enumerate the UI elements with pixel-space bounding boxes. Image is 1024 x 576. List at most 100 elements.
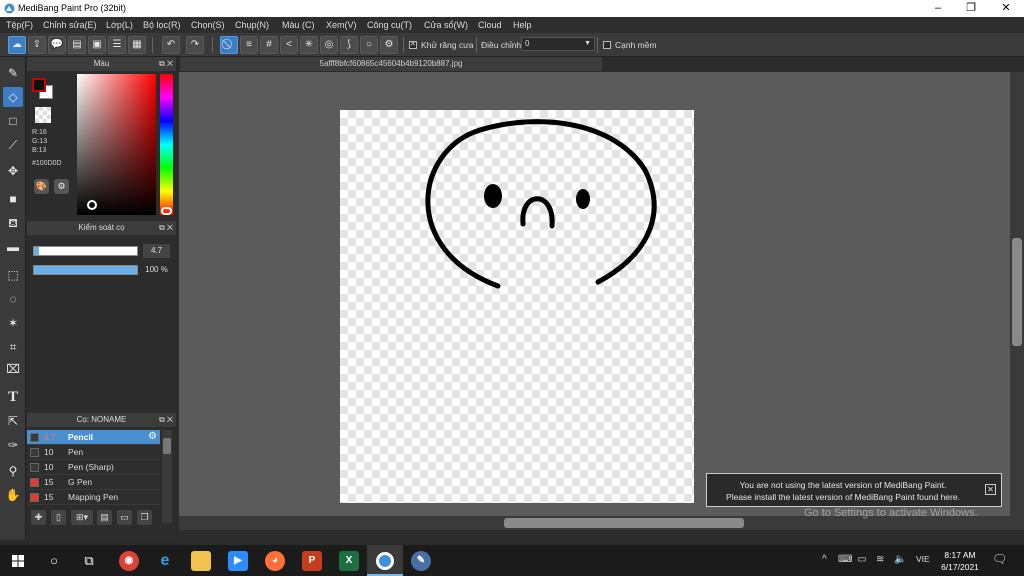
cross-snap-button[interactable]: #: [260, 36, 278, 54]
select-pen-tool[interactable]: ⌗: [3, 337, 23, 357]
list-button[interactable]: ☰: [108, 36, 126, 54]
operation-tool[interactable]: ⇱: [3, 411, 23, 431]
tray-network-icon[interactable]: ⌨: [838, 554, 852, 565]
brush-size-slider[interactable]: [33, 246, 138, 256]
brush-opacity-slider[interactable]: [33, 265, 138, 275]
menu-color[interactable]: Màu (C): [282, 20, 315, 30]
notice-line-2[interactable]: Please install the latest version of Med…: [707, 492, 979, 502]
gradient-tool[interactable]: ▬: [3, 237, 23, 257]
system-clock[interactable]: 8:17 AM 6/17/2021: [938, 549, 982, 573]
menu-select[interactable]: Chọn(S): [191, 20, 225, 30]
transparent-color-swatch[interactable]: [35, 107, 51, 123]
hand-tool[interactable]: ✋: [3, 485, 23, 505]
show-hidden-icons-chevron[interactable]: ^: [822, 554, 827, 565]
hue-slider-handle[interactable]: [161, 207, 172, 215]
wifi-icon[interactable]: ≋: [876, 554, 884, 565]
saturation-value-picker[interactable]: [77, 74, 156, 215]
brush-tool[interactable]: ✎: [3, 63, 23, 83]
brush-list-item[interactable]: 4.7 Pencil ⚙: [27, 430, 160, 445]
minimize-button[interactable]: –: [920, 0, 956, 17]
vertical-scrollbar[interactable]: [1010, 72, 1024, 516]
menu-window[interactable]: Cửa sổ(W): [424, 20, 468, 30]
rectangle-tool[interactable]: □: [3, 111, 23, 131]
menu-tools[interactable]: Công cụ(T): [367, 20, 412, 30]
text-tool[interactable]: T: [3, 387, 23, 407]
curve-snap-button[interactable]: ⟆: [340, 36, 358, 54]
volume-icon[interactable]: 🔈: [894, 554, 906, 565]
comment-button[interactable]: 💬: [48, 36, 66, 54]
menu-snap[interactable]: Chụp(N): [235, 20, 269, 30]
excel-taskbar-button[interactable]: X: [339, 551, 359, 571]
grid-button[interactable]: ▦: [128, 36, 146, 54]
update-notice[interactable]: You are not using the latest version of …: [706, 473, 1002, 507]
scrollbar-thumb[interactable]: [163, 438, 171, 454]
correction-select[interactable]: 0 ▼: [521, 37, 595, 51]
edge-taskbar-button[interactable]: e: [155, 551, 175, 571]
notice-close-button[interactable]: ✕: [985, 484, 996, 495]
magic-wand-tool[interactable]: ✶: [3, 313, 23, 333]
perspective-snap-button[interactable]: <: [280, 36, 298, 54]
document-tab[interactable]: 5afff8bfcf60865c45604b4b9120b887.jpg: [180, 57, 602, 71]
menu-cloud[interactable]: Cloud: [478, 20, 502, 30]
hue-slider[interactable]: [160, 74, 173, 215]
brush-list-item[interactable]: 15 Mapping Pen: [27, 490, 160, 505]
undo-button[interactable]: ↶: [162, 36, 180, 54]
brush-list-item[interactable]: 10 Pen (Sharp): [27, 460, 160, 475]
medibang-taskbar-button[interactable]: [367, 545, 403, 576]
add-brush-button[interactable]: ✚: [31, 510, 46, 525]
zoom-taskbar-button[interactable]: ▶: [228, 551, 248, 571]
panel-float-close-icons[interactable]: ⧉ ✕: [159, 413, 173, 427]
new-brush-button[interactable]: ▯: [51, 510, 66, 525]
color-picker-cursor[interactable]: [87, 200, 97, 210]
brush-properties-button[interactable]: ▤: [97, 510, 112, 525]
paint-app-taskbar-button[interactable]: ✎: [411, 551, 431, 571]
file-explorer-taskbar-button[interactable]: [191, 551, 211, 571]
concentric-snap-button[interactable]: ◎: [320, 36, 338, 54]
menu-view[interactable]: Xem(V): [326, 20, 357, 30]
notification-icon[interactable]: 🗨: [992, 552, 1007, 566]
vertical-scrollbar-thumb[interactable]: [1012, 238, 1022, 346]
language-indicator[interactable]: VIE: [916, 554, 930, 564]
fill-rect-tool[interactable]: ■: [3, 189, 23, 209]
parallel-snap-button[interactable]: ≡: [240, 36, 258, 54]
cloud-button[interactable]: ☁: [8, 36, 26, 54]
menu-file[interactable]: Tệp(F): [6, 20, 33, 30]
select-eraser-tool[interactable]: ⌧: [3, 359, 23, 379]
brush-folder-button[interactable]: ▭: [117, 510, 132, 525]
select-tool[interactable]: ⬚: [3, 265, 23, 285]
search-button[interactable]: ○: [43, 550, 65, 572]
task-view-button[interactable]: ⧉: [78, 550, 100, 572]
panel-float-close-icons[interactable]: ⧉ ✕: [159, 221, 173, 235]
bucket-tool[interactable]: ⛾: [3, 213, 23, 233]
radial-snap-button[interactable]: ✳: [300, 36, 318, 54]
brush-size-value[interactable]: 4.7: [143, 244, 170, 258]
dot-tool[interactable]: ⟋: [3, 135, 23, 155]
brush-copy-button[interactable]: ❐: [137, 510, 152, 525]
eraser-tool[interactable]: ◇: [3, 87, 23, 107]
share-button[interactable]: ⇪: [28, 36, 46, 54]
move-tool[interactable]: ✥: [3, 161, 23, 181]
snap-settings-button[interactable]: ⚙: [380, 36, 398, 54]
palette-settings-button[interactable]: ⚙: [54, 179, 69, 194]
brush-list-item[interactable]: 10 Pen: [27, 445, 160, 460]
menu-help[interactable]: Help: [513, 20, 532, 30]
menu-layer[interactable]: Lớp(L): [106, 20, 133, 30]
drawing-canvas[interactable]: [340, 110, 694, 503]
palette-button[interactable]: 🎨: [34, 179, 49, 194]
firefox-taskbar-button[interactable]: ◕: [265, 551, 285, 571]
soft-edge-checkbox[interactable]: [603, 41, 611, 49]
menu-filter[interactable]: Bộ lọc(R): [143, 20, 181, 30]
snap-off-button[interactable]: ⃠: [220, 36, 238, 54]
menu-edit[interactable]: Chỉnh sửa(E): [43, 20, 97, 30]
horizontal-scrollbar-thumb[interactable]: [504, 518, 744, 528]
brush-add-menu-button[interactable]: ⊞▾: [71, 510, 93, 525]
restore-button[interactable]: ❐: [953, 0, 989, 17]
antialias-checkbox[interactable]: [409, 40, 417, 49]
powerpoint-taskbar-button[interactable]: P: [302, 551, 322, 571]
eyedropper-tool[interactable]: ⚲: [3, 461, 23, 481]
brush-settings-icon[interactable]: ⚙: [148, 431, 157, 442]
divide-tool[interactable]: ✑: [3, 435, 23, 455]
start-button[interactable]: [7, 550, 29, 572]
chrome-taskbar-button[interactable]: ◉: [119, 551, 139, 571]
circle-snap-button[interactable]: ○: [360, 36, 378, 54]
